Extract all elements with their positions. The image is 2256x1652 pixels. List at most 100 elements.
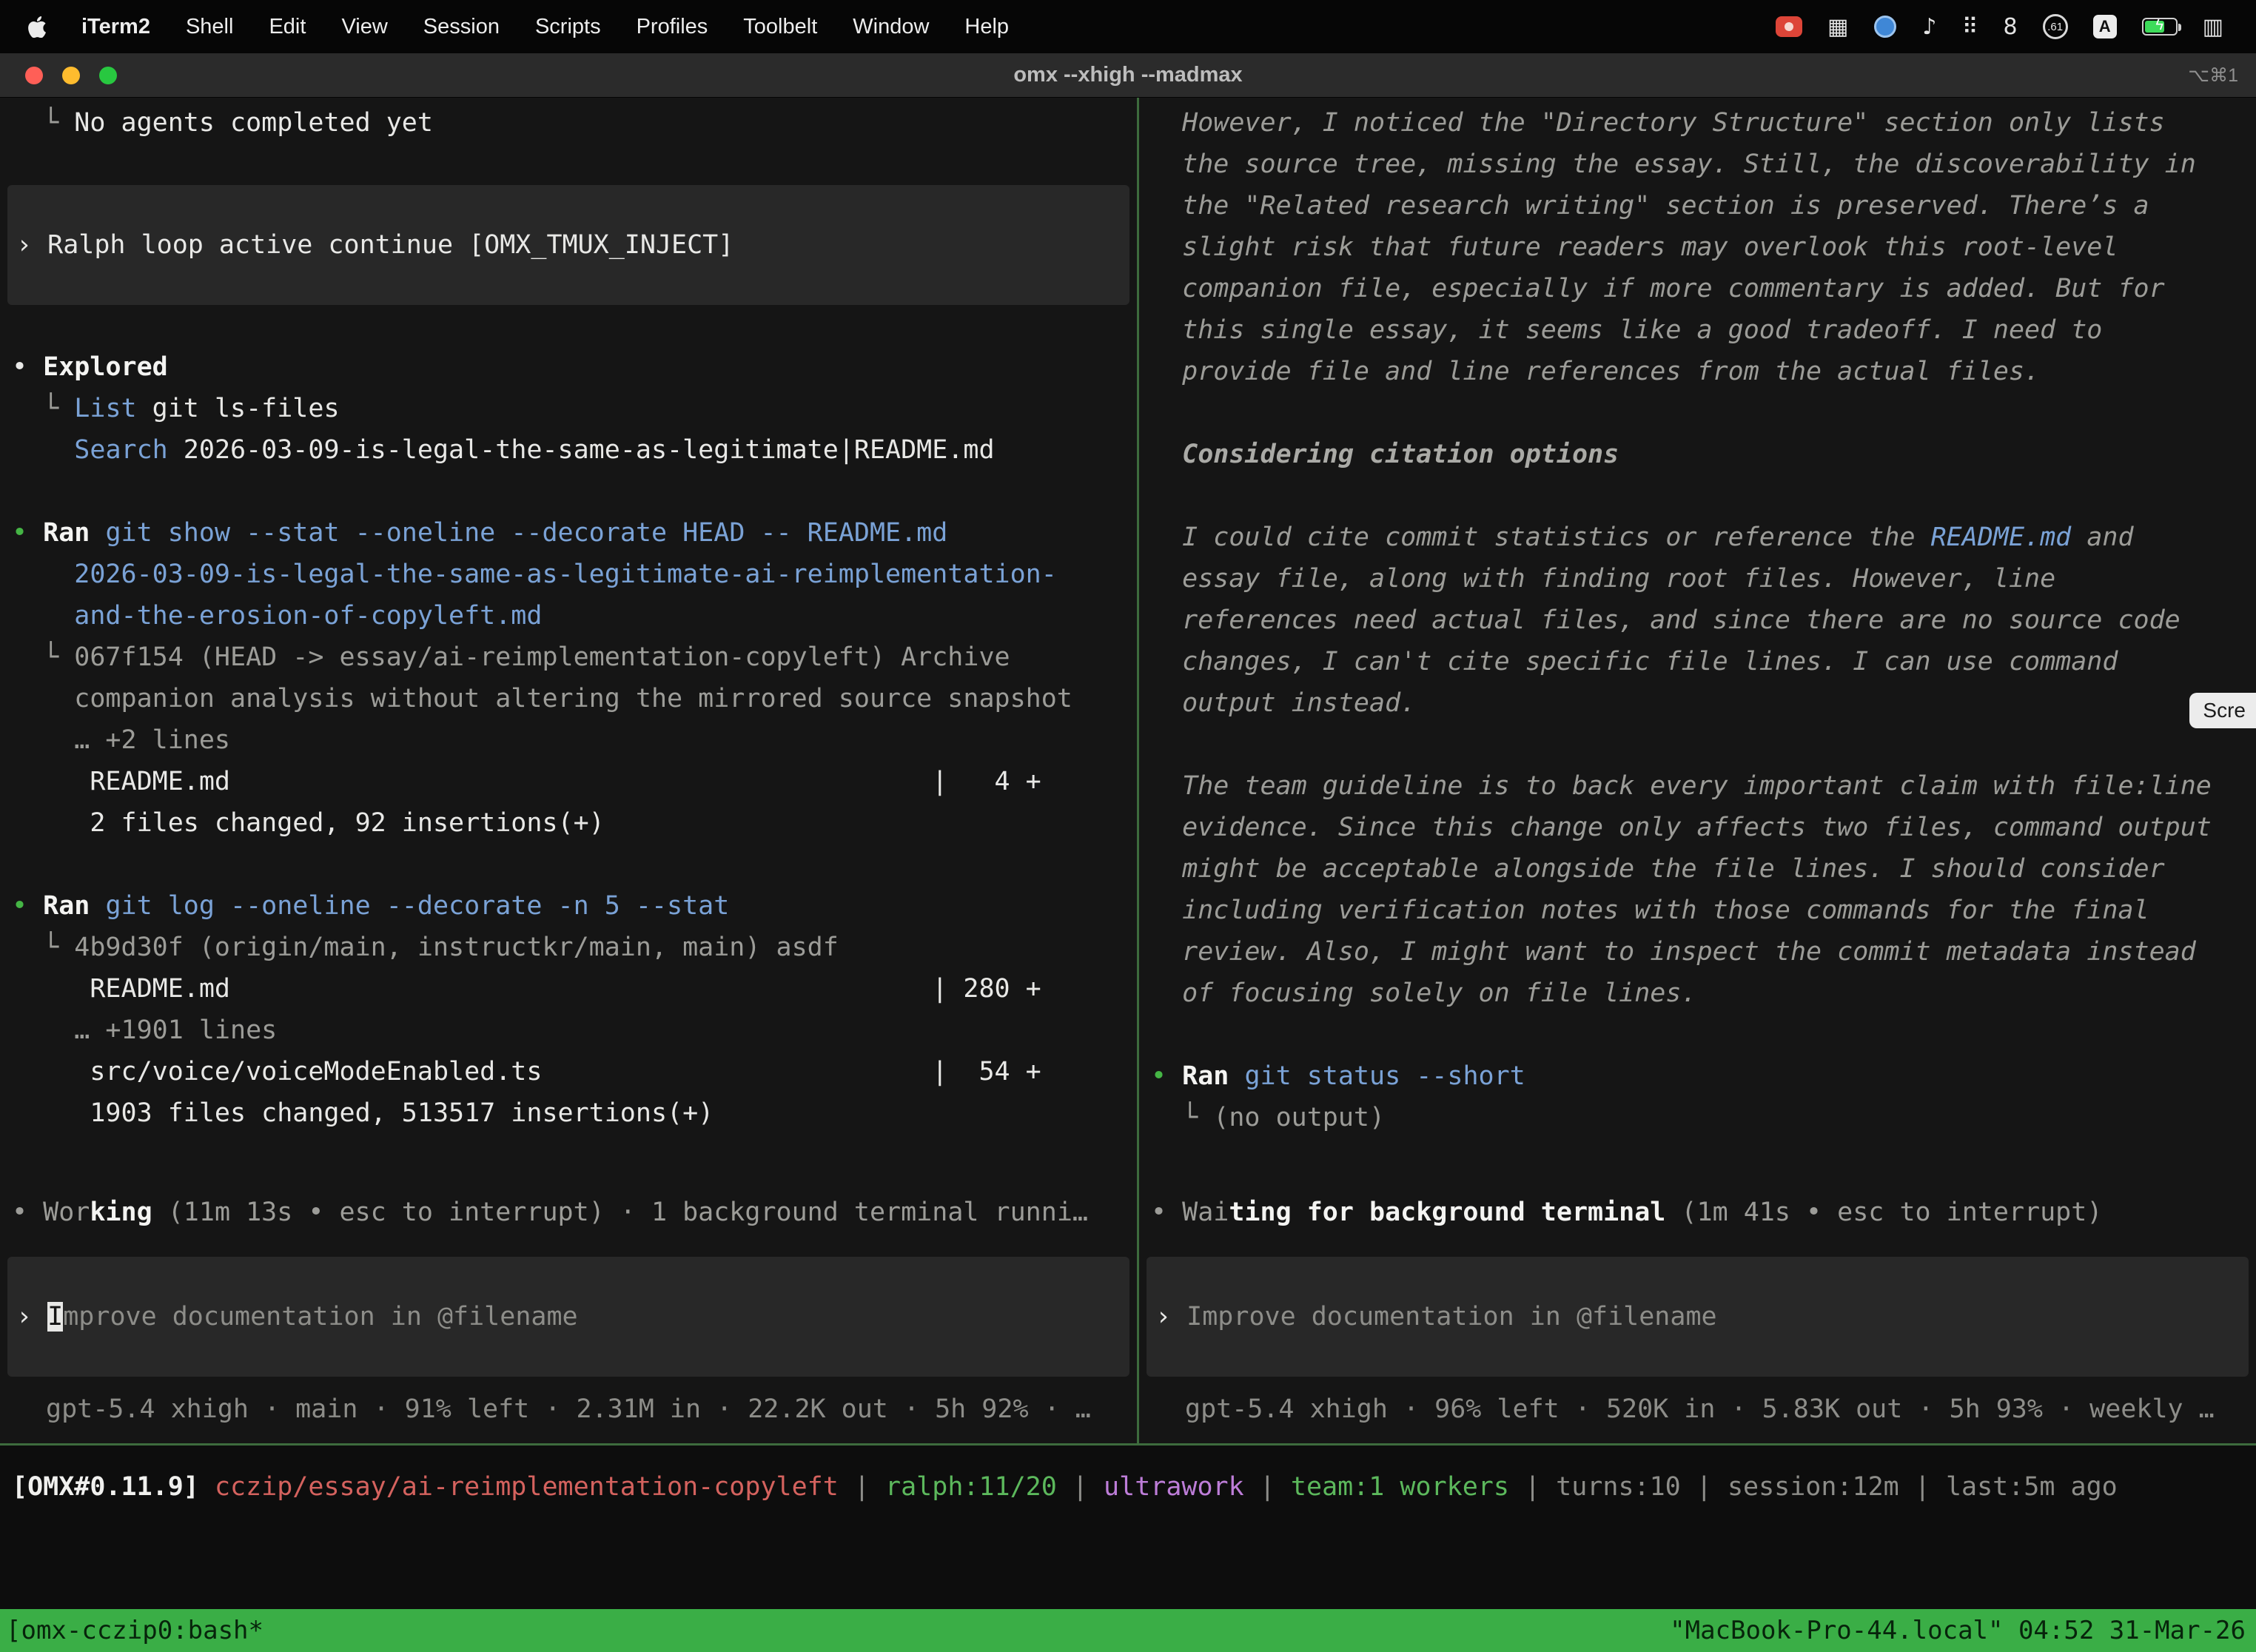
terminal-window: └ No agents completed yet› Ralph loop ac… [0,98,2256,1652]
charging-bolt-icon: ϟ [2143,17,2176,34]
text-segment: └ [12,108,74,138]
tmux-session-label: [omx-cczip0:bash* [6,1616,263,1645]
terminal-line [1151,1014,2256,1055]
screen-share-edge-button[interactable]: Scre [2189,693,2256,728]
blue-circle [1874,16,1896,38]
text-segment: might be acceptable alongside the file l… [1151,854,2165,884]
menu-item-edit[interactable]: Edit [251,15,323,38]
terminal-line: The team guideline is to back every impo… [1151,765,2256,807]
launchpad-icon[interactable]: ⠿ [1962,14,1978,40]
omx-status-segment: team:1 workers [1291,1472,1509,1502]
text-segment: Ran [43,891,90,921]
text-segment: companion file, especially if more comme… [1151,274,2165,303]
text-segment: gpt-5.4 xhigh · main · 91% left · 2.31M … [46,1394,1091,1424]
menu-item-iterm2[interactable]: iTerm2 [64,15,168,38]
text-segment: └ 4b9d30f (origin/main, instructkr/main,… [12,933,839,962]
text-segment: └ 067f154 (HEAD -> essay/ai-reimplementa… [12,642,1010,672]
text-segment: I [47,1302,63,1332]
text-segment: └ [12,394,74,423]
terminal-line: README.md | 280 + [12,968,1137,1010]
text-segment: README.md | 4 + [12,767,1041,796]
text-segment: git status --short [1229,1061,1525,1091]
text-segment: provide file and line references from th… [1151,357,2040,386]
omx-status-line: [OMX#0.11.9] cczip/essay/ai-reimplementa… [0,1446,2256,1508]
menu-item-profiles[interactable]: Profiles [619,15,726,38]
terminal-line: companion analysis without altering the … [12,678,1137,719]
window-title-bar: omx --xhigh --madmax ⌥⌘1 [0,53,2256,98]
menu-item-help[interactable]: Help [947,15,1027,38]
browser-app-icon[interactable] [1873,15,1897,38]
menu-item-shell[interactable]: Shell [168,15,252,38]
menu-item-scripts[interactable]: Scripts [517,15,619,38]
text-segment: output instead. [1151,688,1416,718]
activity-spinner-line: • Waiting for background terminal (1m 41… [1151,1192,2256,1233]
text-segment: 2 files changed, 92 insertions(+) [12,808,605,838]
terminal-line: • Explored [12,346,1137,388]
menu-item-toolbelt[interactable]: Toolbelt [725,15,835,38]
terminal-line: … +1901 lines [12,1010,1137,1051]
omx-status-segment: ultrawork [1104,1472,1244,1502]
terminal-line: changes, I can't cite specific file line… [1151,641,2256,682]
text-segment: 2026-03-09-is-legal-the-same-as-legitima… [12,560,1057,589]
prompt-input[interactable]: › Improve documentation in @filename [1147,1257,2249,1377]
desktop: { "menu_bar": { "items": ["iTerm2", "She… [0,0,2256,1652]
right-pane[interactable]: However, I noticed the "Directory Struct… [1139,98,2256,1443]
terminal-line: output instead. [1151,682,2256,724]
terminal-line [12,844,1137,885]
battery-percent-ring-icon[interactable]: .61 [2043,14,2068,39]
terminal-line: might be acceptable alongside the file l… [1151,848,2256,890]
text-segment: No agents completed yet [74,108,433,138]
terminal-line: review. Also, I might want to inspect th… [1151,931,2256,973]
omx-status-segment: cczip/essay/ai-reimplementation-copyleft [215,1472,839,1502]
terminal-line: … +2 lines [12,719,1137,761]
numeric-app-icon[interactable]: 8 [2004,14,2018,40]
menu-item-window[interactable]: Window [835,15,947,38]
zoom-button[interactable] [99,67,117,84]
minimize-button[interactable] [62,67,80,84]
text-segment: I could cite commit statistics or refere… [1151,523,1931,552]
text-segment: (1m 41s • esc to interrupt) [1665,1198,2102,1227]
media-app-icon[interactable]: ♪ [1922,14,1936,40]
prompt-input[interactable]: › Improve documentation in @filename [7,1257,1129,1377]
screen-recording-indicator[interactable] [1776,16,1802,37]
text-segment: Considering citation options [1151,440,1619,469]
terminal-line: └ 067f154 (HEAD -> essay/ai-reimplementa… [12,637,1137,678]
terminal-line: README.md | 4 + [12,761,1137,802]
terminal-line: and-the-erosion-of-copyleft.md [12,595,1137,637]
menu-item-session[interactable]: Session [406,15,517,38]
terminal-line: Search 2026-03-09-is-legal-the-same-as-l… [12,429,1137,471]
text-segment: • Wor [12,1198,90,1227]
text-segment: and [2071,523,2133,552]
omx-status-segment: | [839,1472,885,1502]
text-segment: Ran [43,518,90,548]
terminal-line: Considering citation options [1151,434,2256,475]
record-dot [1785,22,1793,31]
text-segment: git show --stat --oneline --decorate HEA… [90,518,947,548]
text-segment: … +1901 lines [12,1015,277,1045]
menu-item-view[interactable]: View [323,15,405,38]
terminal-line: • Ran git log --oneline --decorate -n 5 … [12,885,1137,927]
model-session-status-line: gpt-5.4 xhigh · main · 91% left · 2.31M … [12,1389,1137,1430]
terminal-line: I could cite commit statistics or refere… [1151,517,2256,558]
text-segment: README.md | 280 + [12,974,1041,1004]
text-segment: However, I noticed the "Directory Struct… [1151,108,2165,138]
terminal-line: However, I noticed the "Directory Struct… [1151,102,2256,144]
control-center-icon[interactable]: ▥ [2203,14,2223,40]
omx-status-segment: ralph:11/20 [885,1472,1057,1502]
battery-icon[interactable]: ϟ [2142,18,2178,36]
text-segment: The team guideline is to back every impo… [1151,771,2212,801]
text-segment: git log --oneline --decorate -n 5 --stat [90,891,729,921]
apple-logo-icon [27,16,46,38]
empty-area [0,1508,2256,1609]
text-segment: └ (no output) [1151,1103,1385,1132]
menu-bar-extras: ▦ ♪ ⠿ 8 .61 Aϟ ▥ [1776,14,2235,40]
close-button[interactable] [25,67,43,84]
input-source-icon[interactable]: A [2093,15,2117,38]
model-session-status-line: gpt-5.4 xhigh · 96% left · 520K in · 5.8… [1151,1389,2256,1430]
terminal-line: └ (no output) [1151,1097,2256,1138]
apple-menu[interactable] [21,16,64,38]
window-shortcut-badge: ⌥⌘1 [2188,64,2238,87]
window-manager-icon[interactable]: ▦ [1827,14,1848,40]
text-segment: mprove documentation in @filename [63,1302,577,1332]
left-pane[interactable]: └ No agents completed yet› Ralph loop ac… [0,98,1137,1443]
